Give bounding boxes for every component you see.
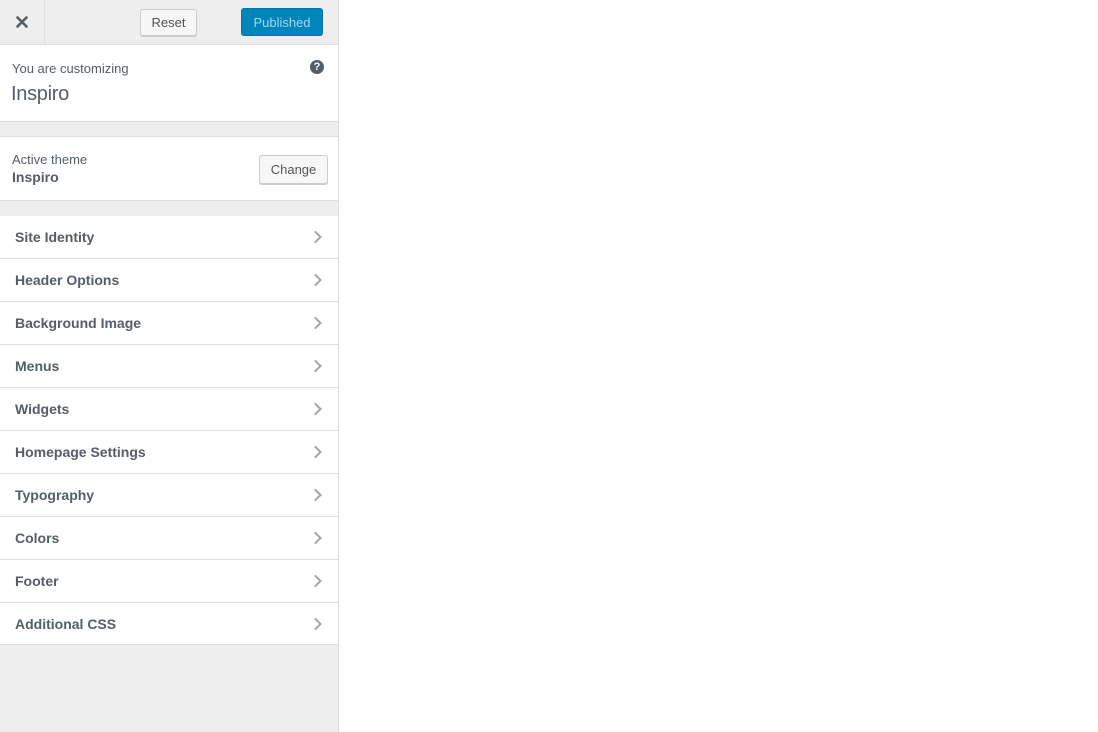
section-colors[interactable]: Colors	[0, 516, 338, 559]
section-additional-css[interactable]: Additional CSS	[0, 602, 338, 645]
active-theme-name: Inspiro	[12, 169, 59, 185]
customizing-label: You are customizing	[12, 61, 129, 76]
change-theme-button[interactable]: Change	[259, 155, 328, 184]
section-homepage-settings[interactable]: Homepage Settings	[0, 430, 338, 473]
section-label: Widgets	[15, 401, 70, 417]
section-label: Typography	[15, 487, 95, 503]
section-label: Header Options	[15, 272, 120, 288]
section-menus[interactable]: Menus	[0, 344, 338, 387]
chevron-right-icon	[309, 574, 322, 588]
section-footer[interactable]: Footer	[0, 559, 338, 602]
chevron-right-icon	[309, 402, 322, 416]
customizer-header: Reset Published	[0, 0, 338, 45]
section-header-options[interactable]: Header Options	[0, 258, 338, 301]
section-label: Site Identity	[15, 229, 95, 245]
chevron-right-icon	[309, 488, 322, 502]
section-background-image[interactable]: Background Image	[0, 301, 338, 344]
chevron-right-icon	[309, 445, 322, 459]
chevron-right-icon	[309, 230, 322, 244]
active-theme-label: Active theme	[12, 152, 88, 167]
publish-button[interactable]: Published	[241, 8, 323, 36]
section-site-identity[interactable]: Site Identity	[0, 216, 338, 258]
section-widgets[interactable]: Widgets	[0, 387, 338, 430]
section-divider	[0, 201, 338, 216]
chevron-right-icon	[309, 359, 322, 373]
section-typography[interactable]: Typography	[0, 473, 338, 516]
close-icon	[16, 16, 28, 28]
section-label: Homepage Settings	[15, 444, 146, 460]
customizer-sections: Site Identity Header Options Background …	[0, 216, 338, 645]
active-theme-panel: Active theme Inspiro Change	[0, 137, 338, 201]
customize-info: You are customizing Inspiro ?	[0, 45, 338, 122]
section-label: Colors	[15, 530, 60, 546]
site-preview	[340, 0, 1098, 732]
section-label: Menus	[15, 358, 60, 374]
section-label: Footer	[15, 573, 59, 589]
site-title: Inspiro	[11, 83, 69, 105]
chevron-right-icon	[309, 531, 322, 545]
customizer-sidebar: Reset Published You are customizing Insp…	[0, 0, 339, 732]
section-label: Background Image	[15, 315, 142, 331]
close-button[interactable]	[0, 0, 45, 44]
chevron-right-icon	[309, 617, 322, 630]
chevron-right-icon	[309, 316, 322, 330]
section-divider	[0, 122, 338, 137]
reset-button[interactable]: Reset	[140, 9, 197, 36]
section-label: Additional CSS	[15, 615, 117, 632]
chevron-right-icon	[309, 273, 322, 287]
help-icon[interactable]: ?	[310, 60, 324, 74]
